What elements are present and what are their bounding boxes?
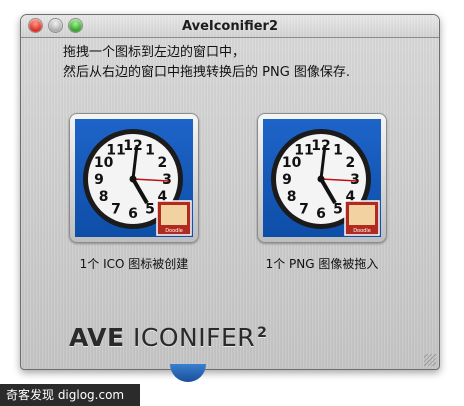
ico-preview[interactable]: 12 1 2 3 4 5 6 7 8 9 10 11 Doodle	[75, 119, 193, 237]
instructions: 拖拽一个图标到左边的窗口中， 然后从右边的窗口中拖拽转换后的 PNG 图像保存.	[63, 43, 433, 83]
doodle-badge-icon: Doodle	[165, 228, 183, 234]
dial-number: 7	[299, 201, 309, 217]
resize-grip[interactable]	[424, 354, 436, 366]
brand-part-1: AVE	[69, 323, 125, 352]
dial-number: 11	[106, 143, 125, 159]
dial-number: 9	[94, 172, 104, 188]
png-status-label: 1个 PNG 图像被拖入	[265, 257, 379, 271]
dial-number: 6	[128, 206, 138, 222]
dial-number: 12	[123, 138, 142, 154]
dial-number: 5	[145, 201, 155, 217]
doodle-badge-icon: Doodle	[353, 228, 371, 234]
dock-icon-peek	[170, 364, 206, 382]
watermark: 奇客发现 diglog.com	[0, 384, 140, 406]
ico-drop-well[interactable]: 12 1 2 3 4 5 6 7 8 9 10 11 Doodle	[69, 113, 199, 243]
title-bar[interactable]: AveIconifier2	[21, 15, 439, 38]
dial-number: 8	[287, 189, 297, 205]
dial-number: 2	[346, 155, 356, 171]
dial-number: 1	[333, 143, 343, 159]
dial-number: 12	[311, 138, 330, 154]
dial-number: 1	[145, 143, 155, 159]
dial-number: 8	[99, 189, 109, 205]
dial-number: 6	[316, 206, 326, 222]
app-window: AveIconifier2 拖拽一个图标到左边的窗口中， 然后从右边的窗口中拖拽…	[20, 14, 440, 370]
brand-superscript: 2	[257, 325, 268, 341]
instruction-line-2: 然后从右边的窗口中拖拽转换后的 PNG 图像保存.	[63, 65, 351, 80]
brand-part-2: ICONIFER	[133, 323, 256, 352]
instruction-line-1: 拖拽一个图标到左边的窗口中，	[63, 45, 246, 60]
dial-number: 2	[158, 155, 168, 171]
dial-number: 5	[333, 201, 343, 217]
dial-number: 7	[111, 201, 121, 217]
dial-number: 9	[282, 172, 292, 188]
png-preview[interactable]: 12 1 2 3 4 5 6 7 8 9 10 11 Doodle	[263, 119, 381, 237]
png-drag-well[interactable]: 12 1 2 3 4 5 6 7 8 9 10 11 Doodle	[257, 113, 387, 243]
brand-logo: AVE ICONIFER 2	[69, 323, 267, 352]
ico-status-label: 1个 ICO 图标被创建	[79, 257, 189, 271]
clock-icon: 12 1234567891011 Doodle	[271, 129, 380, 236]
window-title: AveIconifier2	[182, 19, 278, 34]
dial-number: 11	[294, 143, 313, 159]
clock-icon: 12 1234567891011 Doodle	[83, 129, 192, 236]
